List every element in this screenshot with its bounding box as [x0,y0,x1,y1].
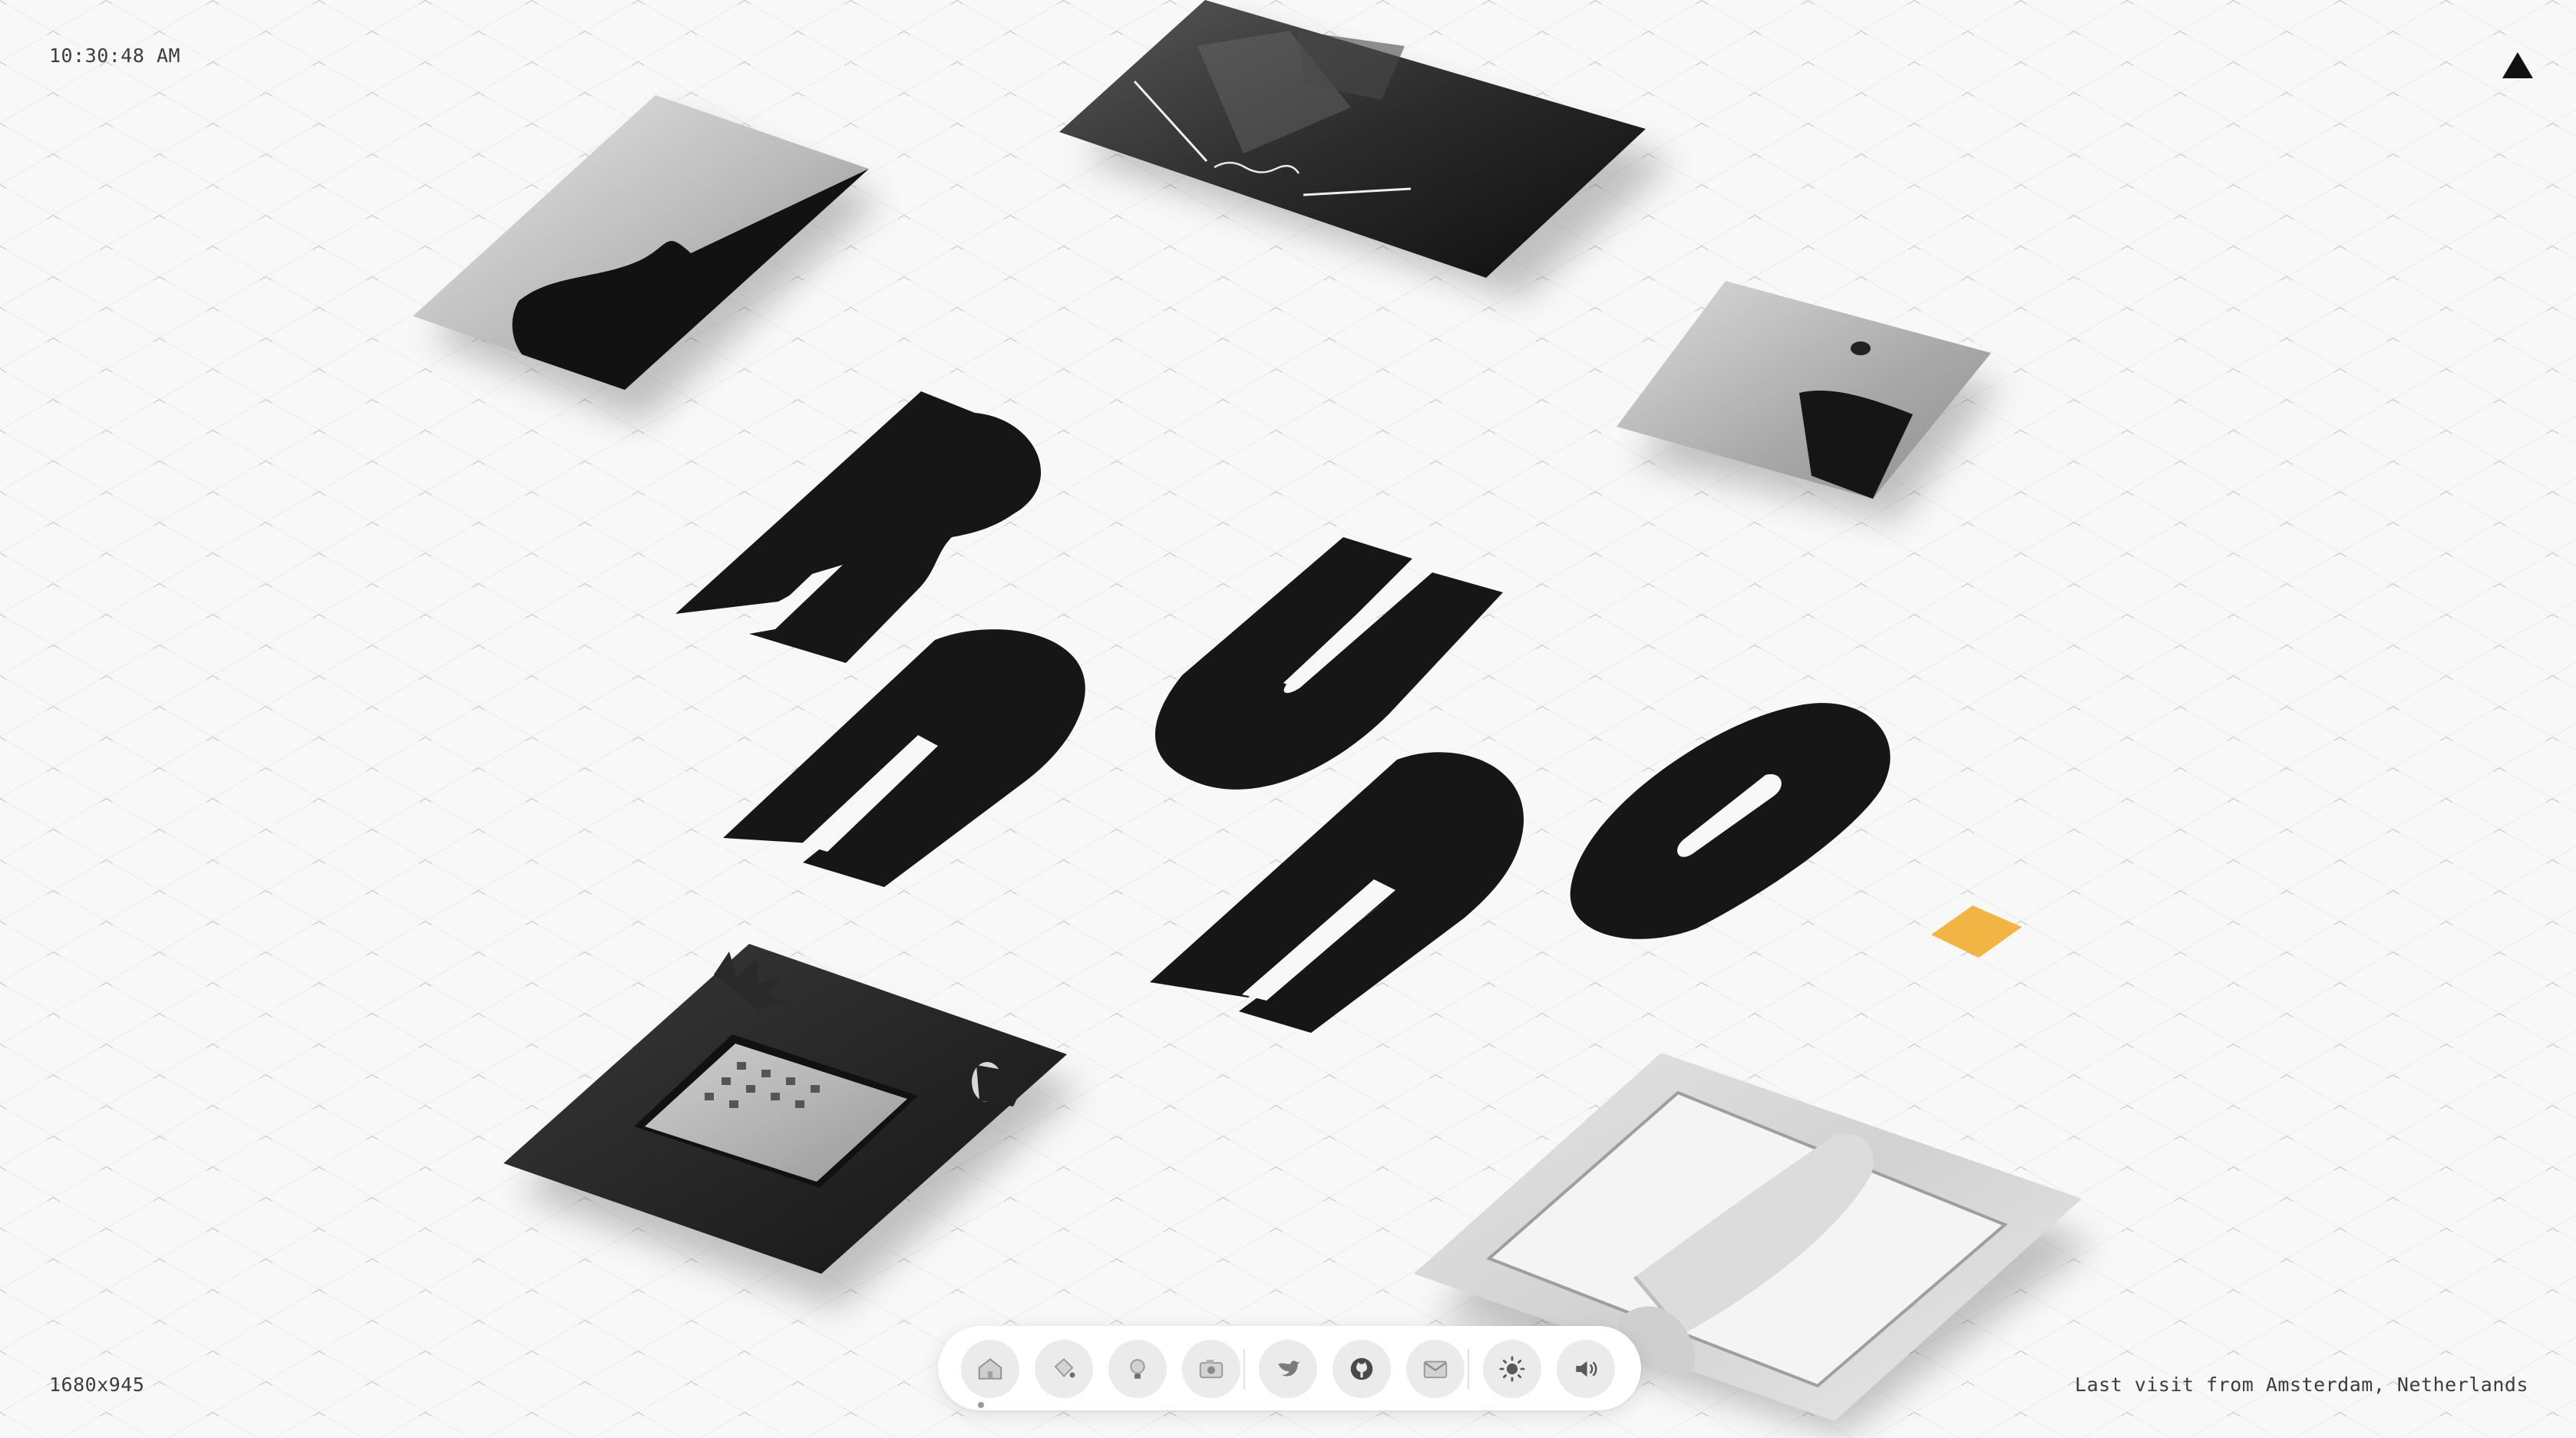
home-icon [978,1358,1002,1380]
email-button[interactable] [1406,1340,1465,1398]
dock-divider [1468,1349,1469,1389]
camera-icon [1199,1360,1224,1379]
twitter-bird-icon [1278,1360,1300,1377]
paint-bucket-icon [1054,1358,1075,1378]
github-button[interactable] [1333,1340,1391,1398]
github-icon [1350,1357,1373,1380]
last-visit-text: Last visit from Amsterdam, Netherlands [2075,1374,2528,1396]
ideas-button[interactable] [1108,1340,1167,1398]
home-button[interactable] [961,1340,1019,1398]
sound-toggle-button[interactable] [1557,1340,1615,1398]
theme-toggle-button[interactable] [1483,1340,1541,1398]
speaker-icon [1576,1360,1597,1377]
twitter-button[interactable] [1259,1340,1317,1398]
craft-button[interactable] [1035,1340,1093,1398]
dock-divider [1243,1349,1245,1389]
active-indicator-dot [978,1402,984,1408]
viewport-size-readout: 1680x945 [49,1374,145,1396]
mail-icon [1423,1360,1448,1379]
photos-button[interactable] [1182,1340,1240,1398]
sun-icon [1499,1356,1525,1382]
clock-readout: 10:30:48 AM [49,45,181,67]
dock-toolbar [938,1326,1641,1410]
lightbulb-icon [1130,1359,1145,1379]
isometric-canvas [0,0,2576,1438]
triangle-logo-icon[interactable] [2501,51,2535,80]
